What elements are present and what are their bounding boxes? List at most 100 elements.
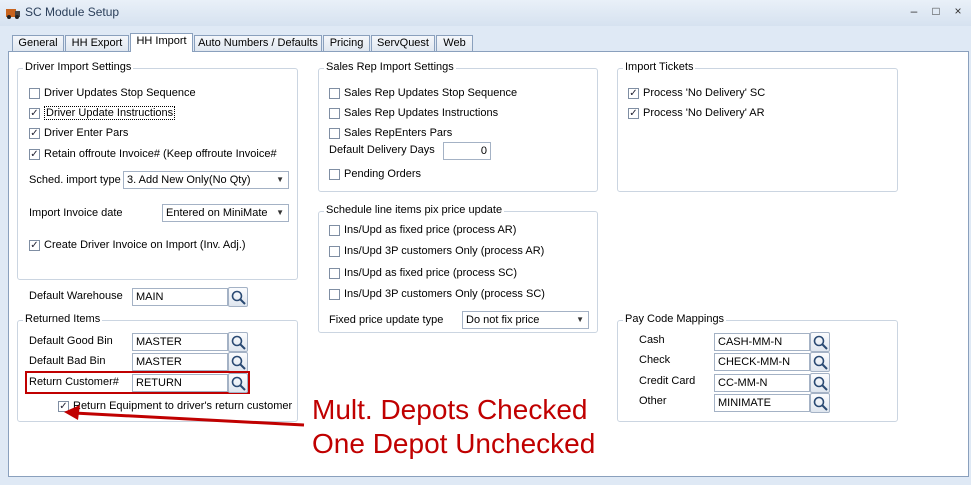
tab-web[interactable]: Web [436, 35, 473, 52]
annotation-line-1: Mult. Depots Checked [312, 394, 588, 425]
checkbox-box[interactable] [329, 127, 340, 139]
return-customer-field[interactable]: RETURN [132, 374, 228, 392]
tab-pricing[interactable]: Pricing [323, 35, 370, 52]
pay-code-other-field[interactable]: MINIMATE [714, 394, 810, 412]
default-good-bin-field[interactable]: MASTER [132, 333, 228, 351]
return-customer-label: Return Customer# [29, 376, 119, 388]
default-warehouse-label: Default Warehouse [29, 290, 123, 302]
search-icon [813, 376, 828, 391]
minimize-button[interactable]: – [905, 3, 923, 19]
default-delivery-days-field[interactable]: 0 [443, 142, 491, 160]
check-icon[interactable]: ✓ [29, 148, 40, 160]
tab-auto-numbers[interactable]: Auto Numbers / Defaults [194, 35, 322, 52]
maximize-button[interactable]: □ [927, 3, 945, 19]
pay-code-other-label: Other [639, 395, 667, 407]
checkbox-box[interactable] [329, 107, 340, 119]
selected-value: Do not fix price [466, 314, 540, 326]
checkbox-box[interactable] [329, 267, 340, 279]
credit-card-lookup-button[interactable] [810, 373, 830, 393]
check-icon[interactable]: ✓ [29, 107, 40, 119]
checkbox-label: Sales Rep Updates Instructions [344, 107, 499, 119]
default-warehouse-field[interactable]: MAIN [132, 288, 228, 306]
pay-code-credit-card-field[interactable]: CC-MM-N [714, 374, 810, 392]
good-bin-lookup-button[interactable] [228, 332, 248, 352]
checkbox-label: Pending Orders [344, 168, 422, 180]
search-icon [231, 290, 246, 305]
import-invoice-date-select[interactable]: Entered on MiniMate ▼ [162, 204, 289, 222]
returned-items-title: Returned Items [23, 313, 103, 325]
return-customer-lookup-button[interactable] [228, 373, 248, 393]
warehouse-lookup-button[interactable] [228, 287, 248, 307]
selected-value: 3. Add New Only(No Qty) [127, 174, 251, 186]
checkbox-box[interactable] [29, 87, 40, 99]
cash-lookup-button[interactable] [810, 332, 830, 352]
checkbox-box[interactable] [329, 87, 340, 99]
search-icon [231, 335, 246, 350]
sales-rep-instructions-checkbox[interactable]: Sales Rep Updates Instructions [329, 106, 498, 120]
checkbox-label: Ins/Upd as fixed price (process AR) [344, 224, 517, 236]
checkbox-label: Create Driver Invoice on Import (Inv. Ad… [44, 239, 246, 251]
tab-servquest[interactable]: ServQuest [371, 35, 435, 52]
checkbox-box[interactable] [329, 224, 340, 236]
chevron-down-icon[interactable]: ▼ [576, 312, 584, 328]
driver-stop-sequence-checkbox[interactable]: Driver Updates Stop Sequence [29, 86, 196, 100]
annotation-line-2: One Depot Unchecked [312, 428, 596, 459]
default-bad-bin-label: Default Bad Bin [29, 355, 106, 367]
annotation-arrow-icon [64, 405, 305, 427]
checkbox-box[interactable] [329, 168, 340, 180]
tab-hh-import[interactable]: HH Import [130, 33, 193, 52]
app-icon [6, 9, 20, 19]
checkbox-label: Retain offroute Invoice# (Keep offroute … [44, 148, 277, 160]
create-driver-invoice-checkbox[interactable]: ✓ Create Driver Invoice on Import (Inv. … [29, 238, 246, 252]
checkbox-label: Driver Updates Stop Sequence [44, 87, 196, 99]
schedule-pix-title: Schedule line items pix price update [324, 204, 505, 216]
tab-hh-export[interactable]: HH Export [65, 35, 129, 52]
3p-customers-sc-checkbox[interactable]: Ins/Upd 3P customers Only (process SC) [329, 287, 545, 301]
check-icon[interactable]: ✓ [628, 87, 639, 99]
pay-code-check-label: Check [639, 354, 671, 366]
checkbox-label: Process 'No Delivery' SC [643, 87, 766, 99]
no-delivery-ar-checkbox[interactable]: ✓ Process 'No Delivery' AR [628, 106, 765, 120]
checkbox-label: Driver Update Instructions [44, 106, 176, 120]
check-icon[interactable]: ✓ [29, 239, 40, 251]
pending-orders-checkbox[interactable]: Pending Orders [329, 167, 421, 181]
no-delivery-sc-checkbox[interactable]: ✓ Process 'No Delivery' SC [628, 86, 765, 100]
tab-general[interactable]: General [12, 35, 64, 52]
search-icon [813, 355, 828, 370]
checkbox-label: Ins/Upd 3P customers Only (process AR) [344, 245, 545, 257]
search-icon [231, 376, 246, 391]
checkbox-box[interactable] [329, 245, 340, 257]
close-button[interactable]: × [949, 3, 967, 19]
window-title: SC Module Setup [25, 5, 120, 19]
bad-bin-lookup-button[interactable] [228, 352, 248, 372]
search-icon [813, 396, 828, 411]
sales-rep-stop-sequence-checkbox[interactable]: Sales Rep Updates Stop Sequence [329, 86, 517, 100]
pay-code-check-field[interactable]: CHECK-MM-N [714, 353, 810, 371]
checkbox-box[interactable] [329, 288, 340, 300]
check-lookup-button[interactable] [810, 352, 830, 372]
default-good-bin-label: Default Good Bin [29, 335, 113, 347]
check-icon[interactable]: ✓ [628, 107, 639, 119]
3p-customers-ar-checkbox[interactable]: Ins/Upd 3P customers Only (process AR) [329, 244, 544, 258]
pay-code-title: Pay Code Mappings [623, 313, 727, 325]
check-icon[interactable]: ✓ [29, 127, 40, 139]
pay-code-cash-field[interactable]: CASH-MM-N [714, 333, 810, 351]
sched-import-type-select[interactable]: 3. Add New Only(No Qty) ▼ [123, 171, 289, 189]
chevron-down-icon[interactable]: ▼ [276, 172, 284, 188]
fixed-price-update-type-select[interactable]: Do not fix price ▼ [462, 311, 589, 329]
fixed-price-sc-checkbox[interactable]: Ins/Upd as fixed price (process SC) [329, 266, 517, 280]
search-icon [231, 355, 246, 370]
other-lookup-button[interactable] [810, 393, 830, 413]
pay-code-cash-label: Cash [639, 334, 665, 346]
driver-update-instructions-checkbox[interactable]: ✓ Driver Update Instructions [29, 106, 176, 120]
driver-enter-pars-checkbox[interactable]: ✓ Driver Enter Pars [29, 126, 128, 140]
sales-rep-enters-pars-checkbox[interactable]: Sales RepEnters Pars [329, 126, 452, 140]
import-invoice-date-label: Import Invoice date [29, 207, 123, 219]
default-bad-bin-field[interactable]: MASTER [132, 353, 228, 371]
chevron-down-icon[interactable]: ▼ [276, 205, 284, 221]
retain-offroute-checkbox[interactable]: ✓ Retain offroute Invoice# (Keep offrout… [29, 147, 277, 161]
fixed-price-ar-checkbox[interactable]: Ins/Upd as fixed price (process AR) [329, 223, 516, 237]
selected-value: Entered on MiniMate [166, 207, 268, 219]
title-bar: SC Module Setup – □ × [0, 0, 971, 26]
checkbox-label: Process 'No Delivery' AR [643, 107, 765, 119]
